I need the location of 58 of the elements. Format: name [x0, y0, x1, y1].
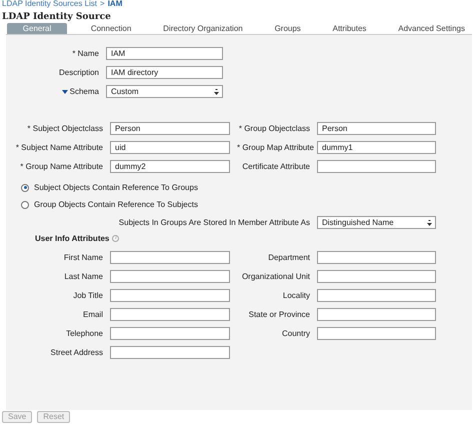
input-field[interactable] — [110, 289, 230, 302]
field-label: Job Title — [72, 291, 103, 300]
field-label: Street Address — [50, 348, 103, 357]
field-label: * Subject Name Attribute — [14, 143, 103, 152]
tab[interactable]: Advanced Settings — [390, 23, 473, 34]
field-label: Last Name — [63, 272, 103, 281]
field-label: * Subject Objectclass — [26, 124, 103, 133]
input-field[interactable] — [317, 270, 436, 283]
field-label: Certificate Attribute — [241, 162, 310, 171]
field-label: Subjects In Groups Are Stored In Member Attribute As — [118, 218, 310, 227]
field-label: First Name — [62, 253, 103, 262]
input-field[interactable] — [317, 327, 436, 340]
input-field[interactable]: Person — [317, 122, 436, 135]
input-field[interactable] — [110, 346, 230, 359]
field-label: Telephone — [65, 329, 103, 338]
input-field[interactable]: IAM directory — [106, 66, 223, 79]
breadcrumb-separator: > — [100, 0, 105, 9]
tab[interactable]: Attributes — [324, 23, 374, 34]
tab[interactable]: Connection — [82, 23, 140, 34]
input-field[interactable]: Person — [110, 122, 230, 135]
radio-button[interactable] — [21, 184, 29, 192]
field-label: Country — [280, 329, 310, 338]
dropdown[interactable]: Custom — [106, 85, 223, 98]
input-field[interactable] — [110, 308, 230, 321]
radio-label: Group Objects Contain Reference To Subjects — [34, 200, 198, 209]
tab[interactable]: Directory Organization — [155, 23, 251, 34]
input-field[interactable] — [317, 251, 436, 264]
field-label: Locality — [282, 291, 310, 300]
radio-label: Subject Objects Contain Reference To Groups — [34, 183, 198, 192]
input-field[interactable]: dummy2 — [110, 160, 230, 173]
breadcrumb-current: IAM — [108, 0, 122, 9]
input-field[interactable]: uid — [110, 141, 230, 154]
expand-triangle-icon[interactable] — [62, 90, 68, 94]
input-field[interactable]: dummy1 — [317, 141, 436, 154]
input-field[interactable] — [110, 270, 230, 283]
field-label: Schema — [70, 87, 99, 96]
field-label: Description — [58, 68, 99, 77]
field-label: * Name — [71, 49, 99, 58]
input-field[interactable]: IAM — [106, 47, 223, 60]
dropdown-arrow-icon — [214, 88, 219, 94]
field-label: Organizational Unit — [240, 272, 310, 281]
dropdown-arrow-icon — [427, 220, 432, 226]
field-label: * Group Objectclass — [238, 124, 310, 133]
input-field[interactable] — [317, 160, 436, 173]
field-label: * Group Name Attribute — [19, 162, 103, 171]
section-heading: User Info Attributes — [35, 234, 110, 243]
field-label: Department — [267, 253, 310, 262]
breadcrumb-link[interactable]: LDAP Identity Sources List — [2, 0, 98, 9]
dropdown[interactable]: Distinguished Name — [317, 216, 436, 229]
field-label: Email — [82, 310, 103, 319]
input-field[interactable] — [110, 327, 230, 340]
page-title: LDAP Identity Source — [2, 11, 112, 23]
field-label: State or Province — [248, 310, 310, 319]
input-field[interactable] — [317, 308, 436, 321]
radio-button[interactable] — [21, 200, 29, 208]
tab[interactable]: Groups — [266, 23, 309, 34]
input-field[interactable] — [110, 251, 230, 264]
input-field[interactable] — [317, 289, 436, 302]
